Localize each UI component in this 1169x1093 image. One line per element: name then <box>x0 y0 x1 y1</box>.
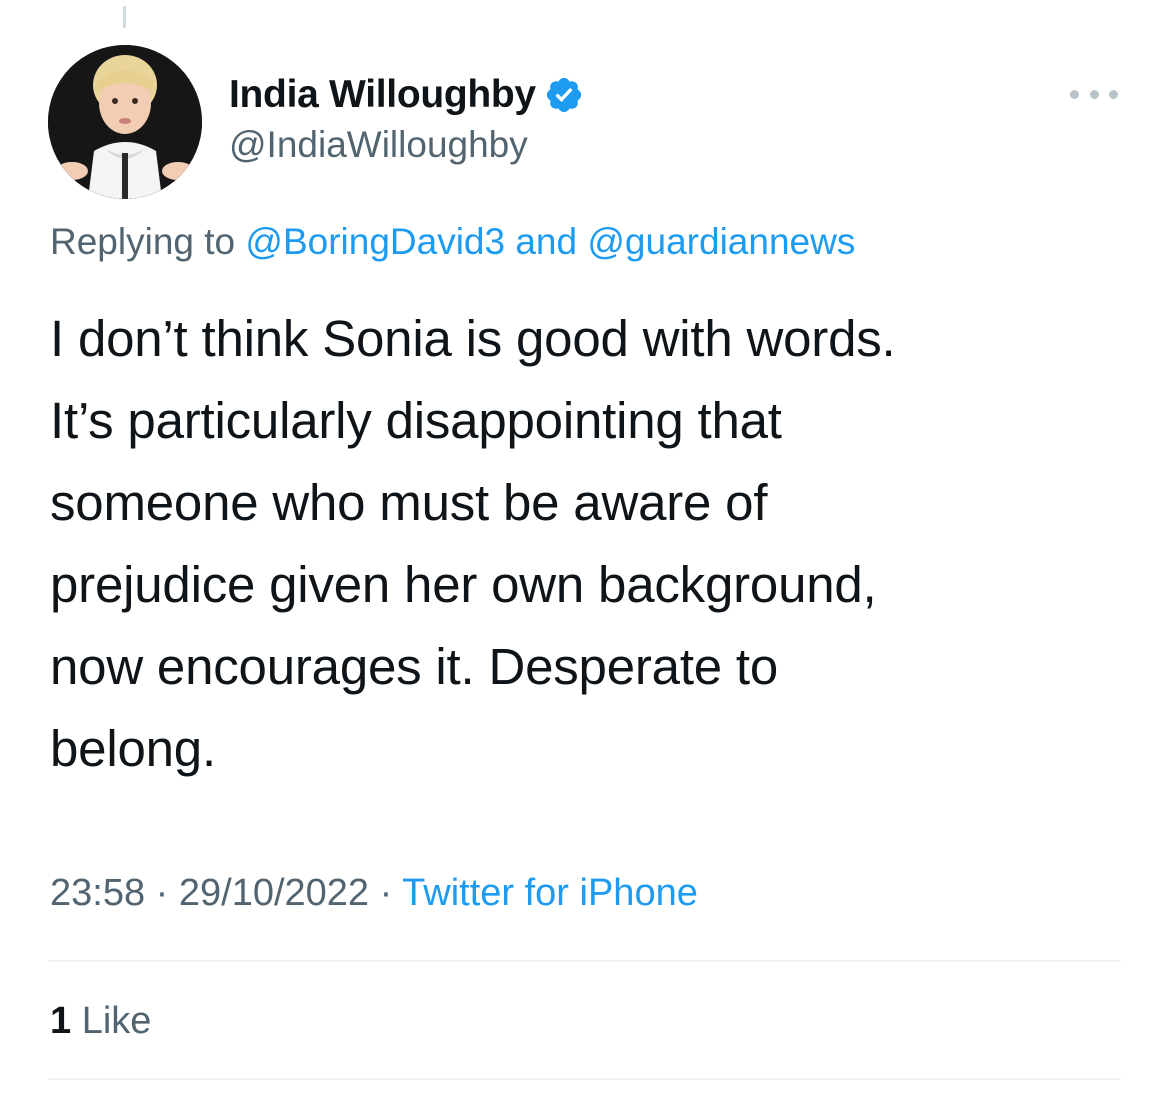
mention-link-boringdavid3[interactable]: @BoringDavid3 <box>245 221 505 262</box>
thread-connector-line <box>123 6 126 28</box>
likes-count: 1 <box>50 1000 72 1042</box>
likes-stat[interactable]: 1 Like <box>50 1000 151 1043</box>
reply-context: Replying to @BoringDavid3 and @guardiann… <box>50 221 855 263</box>
tweet-meta: 23:58 · 29/10/2022 · Twitter for iPhone <box>50 872 698 915</box>
avatar[interactable] <box>48 45 202 199</box>
divider <box>48 960 1121 962</box>
more-options-icon[interactable] <box>1070 84 1118 104</box>
author-handle[interactable]: @IndiaWilloughby <box>229 124 528 166</box>
mention-link-guardiannews[interactable]: @guardiannews <box>587 221 855 262</box>
tweet-date[interactable]: 29/10/2022 <box>179 872 369 914</box>
divider <box>48 1078 1121 1080</box>
reply-prefix: Replying to <box>50 221 246 262</box>
verified-badge-icon <box>546 77 581 113</box>
more-dot <box>1109 89 1118 99</box>
author-name-row[interactable]: India Willoughby <box>229 70 584 120</box>
tweet-source-link[interactable]: Twitter for iPhone <box>402 872 698 914</box>
more-dot <box>1089 89 1099 99</box>
more-dot <box>1070 89 1079 99</box>
likes-label: Like <box>71 1000 152 1042</box>
meta-separator: · <box>145 872 179 914</box>
reply-joiner: and <box>505 221 588 262</box>
tweet-time[interactable]: 23:58 <box>50 872 145 914</box>
tweet-text: I don’t think Sonia is good with words. … <box>50 310 896 777</box>
avatar-image <box>48 45 202 199</box>
author-display-name[interactable]: India Willoughby <box>229 73 536 117</box>
meta-separator: · <box>369 872 403 914</box>
